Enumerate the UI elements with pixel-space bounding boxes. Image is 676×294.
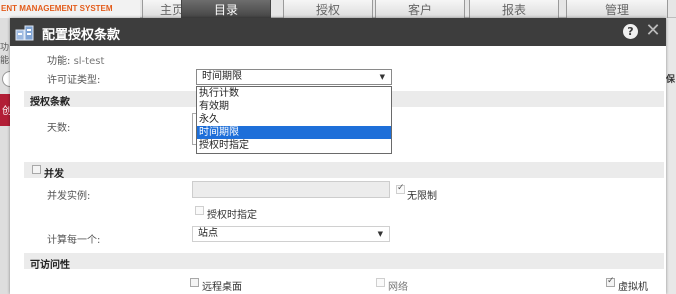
license-type-option[interactable]: 授权时指定 bbox=[197, 139, 391, 152]
license-config-icon bbox=[15, 24, 35, 41]
license-terms-section-title: 授权条款 bbox=[30, 97, 70, 108]
close-icon[interactable]: ✕ bbox=[644, 22, 662, 40]
configure-license-terms-dialog: 配置授权条款 ? ✕ 功能: sl-test 许可证类型: 时间期限 ▼ 授权条… bbox=[10, 18, 666, 294]
background-right-label: 保 bbox=[666, 75, 676, 85]
nav-admin[interactable]: 管理 bbox=[566, 0, 668, 18]
count-per-selected-value: 站点 bbox=[198, 228, 218, 239]
license-type-option[interactable]: 执行计数 bbox=[197, 87, 391, 100]
remote-desktop-label: 远程桌面 bbox=[202, 282, 242, 293]
license-type-dropdown-list: 执行计数 有效期 永久 时间期限 授权时指定 bbox=[196, 86, 392, 154]
feature-label: 功能: sl-test bbox=[47, 56, 105, 67]
accessibility-section-header bbox=[24, 253, 664, 269]
unlimited-label: 无限制 bbox=[407, 191, 437, 202]
dialog-title: 配置授权条款 bbox=[42, 28, 121, 43]
dialog-title-bar[interactable]: 配置授权条款 ? ✕ bbox=[10, 18, 666, 46]
app-top-nav-bar: ENT MANAGEMENT SYSTEM 主页 目录 授权 客户 报表 管理 bbox=[0, 0, 676, 18]
specify-at-auth-checkbox[interactable] bbox=[195, 206, 204, 215]
license-type-label: 许可证类型: bbox=[47, 75, 101, 86]
brand-name: ENT MANAGEMENT SYSTEM bbox=[0, 0, 140, 18]
concurrent-checkbox[interactable] bbox=[32, 165, 41, 174]
virtual-machine-label: 虚拟机 bbox=[618, 282, 648, 293]
network-checkbox[interactable] bbox=[376, 278, 385, 287]
nav-catalog[interactable]: 目录 bbox=[181, 0, 271, 18]
background-create-tab: 创 bbox=[0, 94, 10, 126]
nav-customers[interactable]: 客户 bbox=[375, 0, 465, 18]
nav-reports[interactable]: 报表 bbox=[469, 0, 559, 18]
feature-value: sl-test bbox=[73, 56, 105, 67]
count-per-label: 计算每一个: bbox=[47, 235, 101, 246]
count-per-select[interactable]: 站点 ▼ bbox=[192, 226, 390, 242]
concurrent-section-title: 并发 bbox=[44, 169, 64, 180]
concurrent-instances-label: 并发实例: bbox=[47, 191, 91, 202]
specify-at-auth-label: 授权时指定 bbox=[207, 210, 257, 221]
license-type-selected-value: 时间期限 bbox=[202, 71, 242, 82]
license-type-option[interactable]: 永久 bbox=[197, 113, 391, 126]
unlimited-checkbox[interactable] bbox=[396, 183, 405, 194]
virtual-machine-checkbox[interactable] bbox=[606, 276, 615, 287]
days-label: 天数: bbox=[47, 123, 71, 134]
background-left-label: 功能 bbox=[0, 43, 10, 66]
chevron-down-icon: ▼ bbox=[379, 73, 385, 81]
license-type-option[interactable]: 有效期 bbox=[197, 100, 391, 113]
concurrent-instances-input[interactable] bbox=[192, 181, 390, 198]
help-icon[interactable]: ? bbox=[623, 24, 638, 39]
accessibility-section-title: 可访问性 bbox=[30, 260, 70, 271]
license-type-option-highlighted[interactable]: 时间期限 bbox=[197, 126, 391, 139]
license-type-select[interactable]: 时间期限 ▼ bbox=[196, 69, 392, 85]
network-label: 网络 bbox=[388, 282, 408, 293]
remote-desktop-checkbox[interactable] bbox=[190, 278, 199, 287]
nav-entitlements[interactable]: 授权 bbox=[283, 0, 373, 18]
chevron-down-icon: ▼ bbox=[377, 230, 383, 238]
background-right-panel bbox=[666, 18, 676, 294]
concurrent-section-header bbox=[24, 162, 664, 178]
